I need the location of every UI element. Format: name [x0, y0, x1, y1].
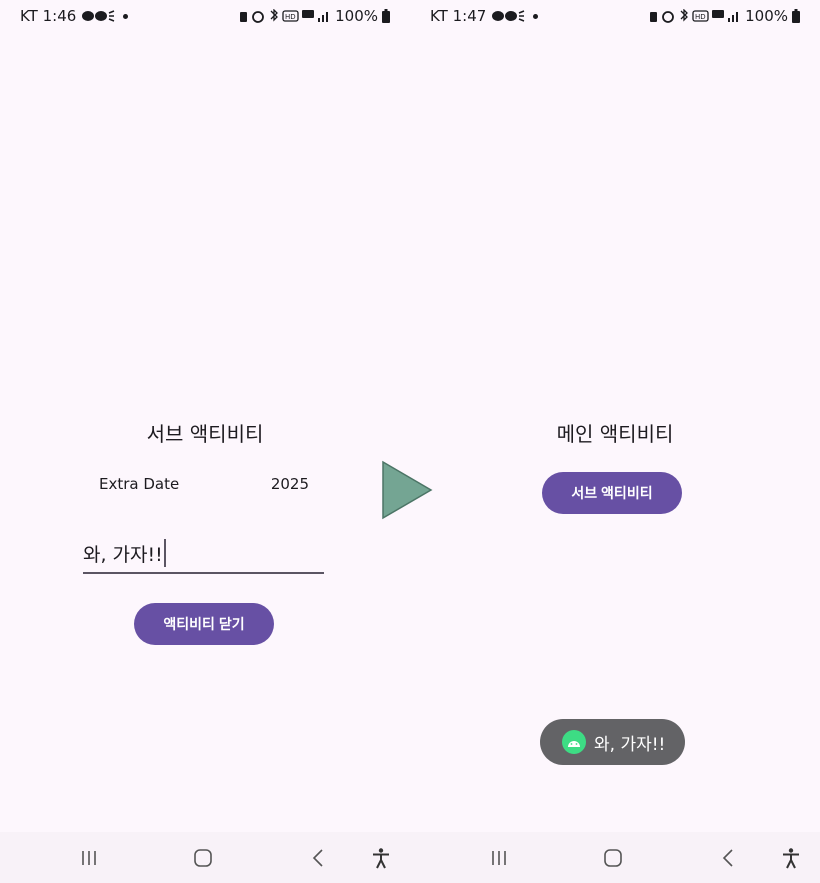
comparison-canvas: KT 1:46 HD 100% 서브 액티비티 Extra Date 2025 …: [0, 0, 820, 883]
back-icon[interactable]: [716, 846, 740, 870]
svg-text:HD: HD: [695, 13, 706, 21]
status-right: HD 100%: [649, 7, 800, 25]
page-title: 서브 액티비티: [146, 422, 264, 446]
accessibility-icon[interactable]: [369, 846, 393, 870]
recents-icon[interactable]: [77, 846, 101, 870]
message-input-value: 와, 가자!!: [83, 544, 163, 566]
battery-percent: 100%: [745, 7, 788, 25]
back-icon[interactable]: [306, 846, 330, 870]
extra-row: Extra Date 2025: [99, 475, 309, 493]
close-activity-button[interactable]: 액티비티 닫기: [134, 603, 274, 645]
message-icon: [491, 9, 525, 23]
battery-icon: [792, 9, 800, 23]
carrier-time: KT 1:46: [20, 7, 77, 25]
main-activity-screen: KT 1:47 HD 100% 메인 액티비티 서브 액티비티 와, 가자!!: [410, 0, 820, 883]
status-bar: KT 1:46 HD 100%: [0, 0, 410, 32]
text-cursor: [163, 539, 166, 567]
notification-dot-icon: [123, 13, 129, 19]
status-icons: HD: [239, 9, 331, 23]
extra-label: Extra Date: [99, 475, 180, 493]
navigation-bar: [410, 832, 820, 883]
notification-dot-icon: [533, 13, 539, 19]
sub-activity-button[interactable]: 서브 액티비티: [542, 472, 682, 514]
svg-text:HD: HD: [285, 13, 296, 21]
accessibility-icon[interactable]: [779, 846, 803, 870]
extra-value: 2025: [270, 475, 309, 493]
play-arrow-icon: [382, 460, 433, 520]
toast-message: 와, 가자!!: [540, 719, 685, 765]
toast-text: 와, 가자!!: [594, 734, 666, 755]
sub-activity-screen: KT 1:46 HD 100% 서브 액티비티 Extra Date 2025 …: [0, 0, 410, 883]
navigation-bar: [0, 832, 410, 883]
home-icon[interactable]: [601, 846, 625, 870]
status-bar: KT 1:47 HD 100%: [410, 0, 820, 32]
message-icon: [81, 9, 115, 23]
status-icons: HD: [649, 9, 741, 23]
carrier-time: KT 1:47: [430, 7, 487, 25]
page-title: 메인 액티비티: [556, 422, 674, 446]
android-icon: [562, 730, 586, 754]
status-right: HD 100%: [239, 7, 390, 25]
home-icon[interactable]: [191, 846, 215, 870]
recents-icon[interactable]: [487, 846, 511, 870]
battery-icon: [382, 9, 390, 23]
message-input[interactable]: 와, 가자!!: [83, 539, 324, 574]
status-left: KT 1:46: [20, 7, 129, 25]
status-left: KT 1:47: [430, 7, 539, 25]
battery-percent: 100%: [335, 7, 378, 25]
